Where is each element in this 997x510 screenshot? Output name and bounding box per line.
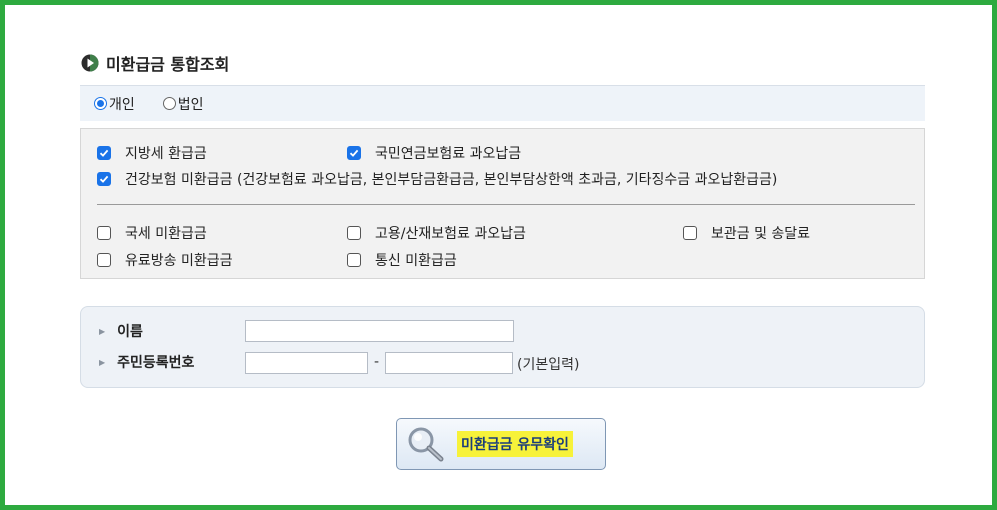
radio-individual-button[interactable] — [94, 97, 107, 110]
rrn-row-label: ▶ 주민등록번호 — [99, 352, 194, 372]
checkbox-health-insurance-label: 건강보험 미환급금 (건강보험료 과오납금, 본인부담금환급금, 본인부담상한액… — [125, 172, 778, 188]
magnifier-icon — [408, 427, 444, 462]
radio-corporation-button[interactable] — [162, 97, 176, 110]
checkbox-deposit-fee-box[interactable] — [683, 226, 697, 240]
radio-corporation-label: 법인 — [177, 96, 204, 113]
section-bullet-icon — [81, 54, 99, 72]
checkbox-local-tax[interactable]: 지방세 환급금 — [97, 143, 207, 163]
section-title: 미환급금 통합조회 — [81, 51, 229, 75]
checkbox-deposit-fee-label: 보관금 및 송달료 — [711, 226, 811, 242]
name-input[interactable] — [245, 320, 514, 342]
rrn-front-input[interactable] — [245, 352, 368, 374]
check-icon — [99, 175, 109, 183]
checkbox-employment-insurance-label: 고용/산재보험료 과오납금 — [375, 226, 526, 242]
checkbox-national-pension-box[interactable] — [347, 146, 361, 160]
checkbox-employment-insurance-box[interactable] — [347, 226, 361, 240]
arrow-right-icon: ▶ — [99, 326, 106, 336]
check-refund-button-label: 미환급금 유무확인 — [457, 431, 573, 457]
rrn-hint: (기본입력) — [517, 357, 580, 373]
checkbox-pay-tv-label: 유료방송 미환급금 — [125, 253, 233, 269]
checkbox-telecom-box[interactable] — [347, 253, 361, 267]
check-icon — [349, 149, 359, 157]
checkbox-national-tax-label: 국세 미환급금 — [125, 226, 207, 242]
checkbox-national-pension-label: 국민연금보험료 과오납금 — [375, 146, 522, 162]
checklist-divider — [97, 204, 915, 205]
rrn-back-input[interactable] — [385, 352, 513, 374]
checkbox-telecom-label: 통신 미환급금 — [375, 253, 457, 269]
checkbox-deposit-fee[interactable]: 보관금 및 송달료 — [683, 223, 810, 243]
rrn-label: 주민등록번호 — [117, 355, 195, 371]
check-refund-button[interactable]: 미환급금 유무확인 — [396, 418, 606, 470]
checkbox-national-tax[interactable]: 국세 미환급금 — [97, 223, 207, 243]
checkbox-employment-insurance[interactable]: 고용/산재보험료 과오납금 — [347, 223, 526, 243]
checkbox-telecom[interactable]: 통신 미환급금 — [347, 250, 457, 270]
checkbox-health-insurance-box[interactable] — [97, 172, 111, 186]
checkbox-national-tax-box[interactable] — [97, 226, 111, 240]
radio-individual-label: 개인 — [109, 96, 135, 113]
page-frame: 미환급금 통합조회 개인 법인 지방세 환급금 국민연금보험료 과오납금 건강보… — [0, 0, 997, 510]
radio-corporation[interactable]: 법인 — [162, 94, 204, 114]
checkbox-pay-tv[interactable]: 유료방송 미환급금 — [97, 250, 233, 270]
check-icon — [99, 149, 109, 157]
rrn-separator: - — [374, 354, 380, 370]
section-title-text: 미환급금 통합조회 — [106, 55, 230, 74]
name-label: 이름 — [117, 324, 143, 340]
checkbox-local-tax-label: 지방세 환급금 — [125, 146, 207, 162]
identity-form: ▶ 이름 ▶ 주민등록번호 - (기본입력) — [80, 306, 925, 388]
checkbox-health-insurance[interactable]: 건강보험 미환급금 (건강보험료 과오납금, 본인부담금환급금, 본인부담상한액… — [97, 169, 777, 189]
arrow-right-icon: ▶ — [99, 357, 106, 367]
name-row-label: ▶ 이름 — [99, 321, 143, 341]
checkbox-local-tax-box[interactable] — [97, 146, 111, 160]
person-type-radio-group: 개인 법인 — [80, 85, 925, 121]
refund-type-checklist: 지방세 환급금 국민연금보험료 과오납금 건강보험 미환급금 (건강보험료 과오… — [80, 128, 925, 279]
checkbox-pay-tv-box[interactable] — [97, 253, 111, 267]
radio-individual[interactable]: 개인 — [94, 94, 135, 114]
checkbox-national-pension[interactable]: 국민연금보험료 과오납금 — [347, 143, 521, 163]
